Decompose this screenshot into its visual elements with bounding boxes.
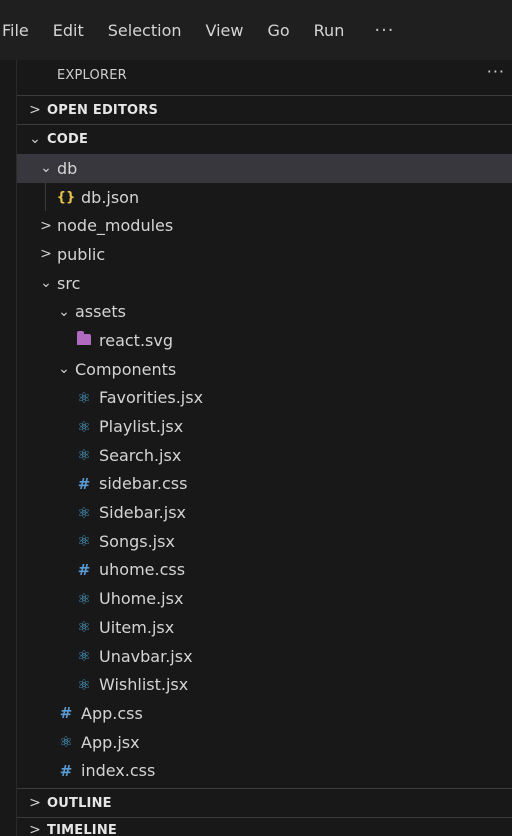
- file-label: Search.jsx: [99, 445, 182, 465]
- react-icon: ⚛: [77, 446, 91, 465]
- react-icon: ⚛: [59, 733, 73, 752]
- file-label: Favorities.jsx: [99, 388, 204, 408]
- file-label: App.jsx: [81, 732, 140, 752]
- chevron-down-icon: ⌄: [29, 131, 41, 147]
- tree-folder-components[interactable]: ⌄ Components: [17, 355, 512, 384]
- file-label: sidebar.css: [99, 474, 188, 494]
- folder-label: Components: [75, 359, 177, 379]
- react-icon: ⚛: [77, 417, 91, 436]
- section-title: TIMELINE: [47, 822, 118, 836]
- menu-selection[interactable]: Selection: [108, 21, 182, 40]
- file-label: index.css: [81, 761, 156, 781]
- tree-folder-assets[interactable]: ⌄ assets: [17, 297, 512, 326]
- file-label: Uhome.jsx: [99, 589, 184, 609]
- tree-file-db-json[interactable]: {} db.json: [17, 182, 512, 212]
- explorer-header: EXPLORER ···: [17, 60, 512, 90]
- folder-label: src: [57, 273, 81, 293]
- tree-file-songs-jsx[interactable]: ⚛ Songs.jsx: [17, 527, 512, 556]
- json-icon: {}: [56, 189, 76, 205]
- react-icon: ⚛: [77, 675, 91, 694]
- menu-view[interactable]: View: [206, 21, 244, 40]
- section-title: OUTLINE: [47, 795, 112, 811]
- folder-label: public: [57, 244, 106, 264]
- vscode-window: File Edit Selection View Go Run ··· EXPL…: [0, 0, 512, 836]
- file-label: Unavbar.jsx: [99, 646, 193, 666]
- tree-folder-db[interactable]: ⌄ db: [17, 154, 512, 183]
- css-icon: #: [77, 560, 91, 579]
- tree-file-index-css[interactable]: # index.css: [17, 756, 512, 785]
- section-title: OPEN EDITORS: [47, 102, 159, 118]
- menu-file[interactable]: File: [2, 21, 29, 40]
- folder-label: assets: [75, 302, 126, 322]
- react-icon: ⚛: [77, 532, 91, 551]
- chevron-right-icon: >: [40, 246, 52, 263]
- indent-guide: [45, 182, 46, 212]
- tree-file-app-css[interactable]: # App.css: [17, 699, 512, 728]
- section-timeline[interactable]: > TIMELINE: [17, 816, 512, 836]
- tree-file-wishlist-jsx[interactable]: ⚛ Wishlist.jsx: [17, 670, 512, 699]
- chevron-down-icon: ⌄: [40, 160, 52, 177]
- tree-file-uhome-jsx[interactable]: ⚛ Uhome.jsx: [17, 584, 512, 613]
- file-label: Wishlist.jsx: [99, 675, 189, 695]
- chevron-down-icon: ⌄: [58, 361, 70, 378]
- css-icon: #: [77, 474, 91, 493]
- file-tree: ⌄ db {} db.json > node_modules > public …: [17, 154, 512, 785]
- explorer-title: EXPLORER: [57, 67, 127, 83]
- chevron-down-icon: ⌄: [40, 275, 52, 292]
- chevron-right-icon: >: [29, 102, 41, 118]
- file-label: db.json: [81, 187, 140, 207]
- menu-run[interactable]: Run: [314, 21, 345, 40]
- tree-file-app-jsx[interactable]: ⚛ App.jsx: [17, 728, 512, 757]
- chevron-right-icon: >: [40, 217, 52, 234]
- chevron-right-icon: >: [29, 822, 41, 836]
- react-icon: ⚛: [77, 618, 91, 637]
- tree-file-unavbar-jsx[interactable]: ⚛ Unavbar.jsx: [17, 642, 512, 671]
- react-icon: ⚛: [77, 388, 91, 407]
- tree-file-favorities-jsx[interactable]: ⚛ Favorities.jsx: [17, 384, 512, 413]
- menu-go[interactable]: Go: [267, 21, 289, 40]
- tree-file-uhome-css[interactable]: # uhome.css: [17, 556, 512, 585]
- react-icon: ⚛: [77, 647, 91, 666]
- section-open-editors[interactable]: > OPEN EDITORS: [17, 95, 512, 125]
- css-icon: #: [59, 704, 73, 723]
- tree-file-uitem-jsx[interactable]: ⚛ Uitem.jsx: [17, 613, 512, 642]
- react-icon: ⚛: [77, 503, 91, 522]
- section-outline[interactable]: > OUTLINE: [17, 788, 512, 818]
- tree-folder-public[interactable]: > public: [17, 240, 512, 269]
- file-label: Songs.jsx: [99, 531, 175, 551]
- tree-folder-node-modules[interactable]: > node_modules: [17, 211, 512, 240]
- chevron-right-icon: >: [29, 795, 41, 811]
- tree-file-playlist-jsx[interactable]: ⚛ Playlist.jsx: [17, 412, 512, 441]
- menu-bar: File Edit Selection View Go Run ···: [0, 0, 512, 60]
- css-icon: #: [59, 761, 73, 780]
- tree-file-search-jsx[interactable]: ⚛ Search.jsx: [17, 441, 512, 470]
- menu-edit[interactable]: Edit: [53, 21, 84, 40]
- file-label: Playlist.jsx: [99, 417, 184, 437]
- svg-file-icon: [73, 331, 95, 349]
- section-title: CODE: [47, 131, 89, 147]
- tree-file-sidebar-css[interactable]: # sidebar.css: [17, 470, 512, 499]
- tree-folder-src[interactable]: ⌄ src: [17, 269, 512, 298]
- file-label: uhome.css: [99, 560, 186, 580]
- section-code[interactable]: ⌄ CODE: [17, 125, 512, 153]
- react-icon: ⚛: [77, 589, 91, 608]
- explorer-sidebar: EXPLORER ··· > OPEN EDITORS ⌄ CODE ⌄ db …: [16, 60, 512, 836]
- tree-file-react-svg[interactable]: react.svg: [17, 326, 512, 355]
- file-label: Sidebar.jsx: [99, 503, 187, 523]
- file-label: Uitem.jsx: [99, 617, 175, 637]
- chevron-down-icon: ⌄: [58, 303, 70, 320]
- file-label: App.css: [81, 703, 143, 723]
- file-label: react.svg: [99, 330, 173, 350]
- folder-label: db: [57, 158, 78, 178]
- menu-more-icon[interactable]: ···: [374, 20, 394, 41]
- explorer-more-icon[interactable]: ···: [487, 62, 505, 81]
- folder-label: node_modules: [57, 216, 174, 236]
- tree-file-sidebar-jsx[interactable]: ⚛ Sidebar.jsx: [17, 498, 512, 527]
